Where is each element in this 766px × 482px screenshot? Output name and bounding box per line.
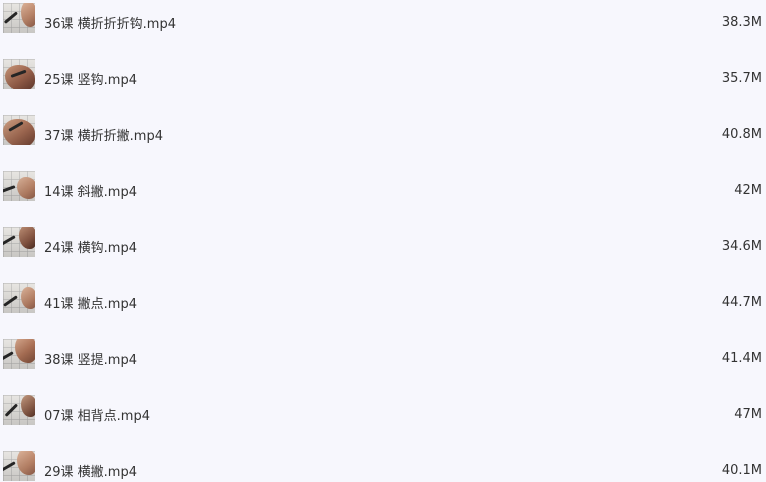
video-thumbnail-icon [3, 339, 35, 369]
file-size: 41.4M [721, 350, 762, 366]
video-thumbnail-icon [3, 451, 35, 481]
file-row[interactable]: 14课 斜撇.mp4 42M [0, 162, 766, 218]
file-size: 44.7M [721, 294, 762, 310]
file-name: 37课 横折折撇.mp4 [44, 128, 163, 144]
file-name: 24课 横钩.mp4 [44, 240, 137, 256]
file-row[interactable]: 24课 横钩.mp4 34.6M [0, 218, 766, 274]
file-name: 38课 竖提.mp4 [44, 352, 137, 368]
file-size: 42M [734, 182, 762, 198]
file-size: 38.3M [721, 14, 762, 30]
video-thumbnail-icon [3, 59, 35, 89]
file-name: 41课 撇点.mp4 [44, 296, 137, 312]
video-thumbnail-icon [3, 171, 35, 201]
file-name: 14课 斜撇.mp4 [44, 184, 137, 200]
file-name: 25课 竖钩.mp4 [44, 72, 137, 88]
file-row[interactable]: 36课 横折折折钩.mp4 38.3M [0, 0, 766, 50]
file-size: 47M [734, 406, 762, 422]
file-list: 36课 横折折折钩.mp4 38.3M 25课 竖钩.mp4 35.7M 37课… [0, 0, 766, 482]
file-name: 29课 横撇.mp4 [44, 464, 137, 480]
file-row[interactable]: 37课 横折折撇.mp4 40.8M [0, 106, 766, 162]
file-size: 35.7M [721, 70, 762, 86]
file-row[interactable]: 38课 竖提.mp4 41.4M [0, 330, 766, 386]
video-thumbnail-icon [3, 395, 35, 425]
file-size: 40.8M [721, 126, 762, 142]
file-row[interactable]: 25课 竖钩.mp4 35.7M [0, 50, 766, 106]
video-thumbnail-icon [3, 115, 35, 145]
file-name: 36课 横折折折钩.mp4 [44, 16, 176, 32]
file-name: 07课 相背点.mp4 [44, 408, 150, 424]
video-thumbnail-icon [3, 3, 35, 33]
file-row[interactable]: 41课 撇点.mp4 44.7M [0, 274, 766, 330]
video-thumbnail-icon [3, 283, 35, 313]
file-size: 34.6M [721, 238, 762, 254]
file-row[interactable]: 29课 横撇.mp4 40.1M [0, 442, 766, 482]
video-thumbnail-icon [3, 227, 35, 257]
file-size: 40.1M [721, 462, 762, 478]
file-row[interactable]: 07课 相背点.mp4 47M [0, 386, 766, 442]
